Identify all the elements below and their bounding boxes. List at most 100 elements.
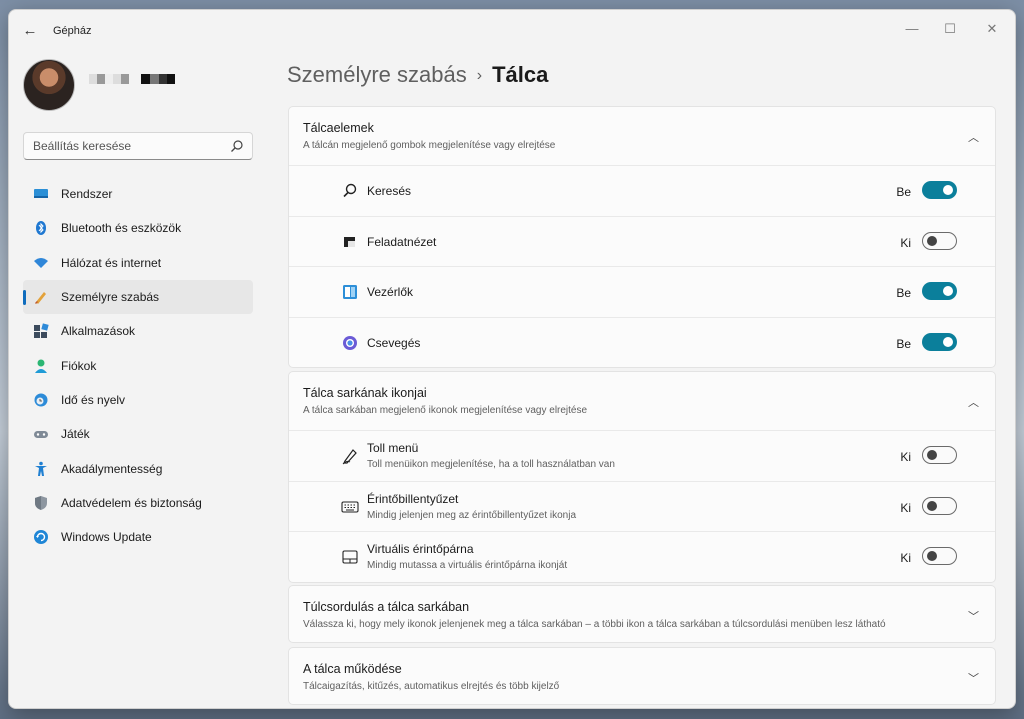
chevron-down-icon[interactable]: ﹀ bbox=[968, 608, 979, 624]
wifi-icon bbox=[34, 257, 48, 268]
sidebar-item-apps[interactable]: Alkalmazások bbox=[23, 314, 253, 348]
search-icon[interactable] bbox=[230, 139, 244, 153]
setting-row-touch-keyboard: Érintőbillentyűzet Mindig jelenjen meg a… bbox=[289, 480, 995, 532]
chat-icon bbox=[343, 335, 357, 350]
sidebar-item-accessibility[interactable]: Akadálymentesség bbox=[23, 452, 253, 486]
taskbar-behavior-card[interactable]: A tálca működése Tálcaigazítás, kitűzés,… bbox=[288, 647, 996, 705]
toggle-state: Be bbox=[896, 185, 911, 199]
task-view-icon bbox=[344, 236, 355, 247]
user-name-redacted bbox=[89, 74, 129, 84]
search-icon bbox=[343, 183, 357, 198]
setting-row-chat: Csevegés Be bbox=[289, 316, 995, 368]
search-box[interactable] bbox=[23, 132, 253, 160]
section-title: Tálcaelemek bbox=[303, 121, 374, 135]
settings-window: ← Gépház — ☐ ✕ Rendszer Bluetooth és esz… bbox=[8, 9, 1016, 709]
close-button[interactable]: ✕ bbox=[975, 16, 1009, 42]
sidebar-item-label: Alkalmazások bbox=[61, 324, 136, 339]
maximize-button[interactable]: ☐ bbox=[933, 16, 967, 42]
sidebar-item-label: Bluetooth és eszközök bbox=[61, 221, 182, 236]
pen-icon bbox=[342, 449, 357, 465]
setting-description: Mindig mutassa a virtuális érintőpárna i… bbox=[367, 560, 568, 571]
corner-icons-card: Tálca sarkának ikonjai A tálca sarkában … bbox=[288, 371, 996, 583]
globe-clock-icon bbox=[34, 393, 48, 407]
setting-row-search: Keresés Be bbox=[289, 165, 995, 216]
toggle-state: Ki bbox=[900, 235, 911, 250]
taskbar-items-card: Tálcaelemek A tálcán megjelenő gombok me… bbox=[288, 106, 996, 368]
sidebar-item-gaming[interactable]: Játék bbox=[23, 417, 253, 451]
widgets-toggle[interactable] bbox=[922, 282, 957, 300]
sidebar-item-network[interactable]: Hálózat és internet bbox=[23, 246, 253, 280]
setting-label: Feladatnézet bbox=[367, 234, 437, 249]
back-button[interactable]: ← bbox=[19, 21, 41, 41]
keyboard-icon bbox=[341, 500, 359, 513]
toggle-state: Ki bbox=[900, 450, 911, 464]
avatar[interactable] bbox=[23, 59, 75, 111]
sidebar-item-label: Rendszer bbox=[61, 187, 113, 201]
section-title: Túlcsordulás a tálca sarkában bbox=[303, 600, 470, 614]
corner-icons-header[interactable]: Tálca sarkának ikonjai A tálca sarkában … bbox=[289, 372, 995, 430]
section-title: Tálca sarkának ikonjai bbox=[303, 386, 427, 400]
sidebar-item-label: Idő és nyelv bbox=[61, 393, 126, 408]
monitor-icon bbox=[34, 189, 48, 198]
chevron-up-icon[interactable]: ︿ bbox=[968, 394, 979, 410]
breadcrumb-separator: › bbox=[476, 67, 483, 84]
chevron-down-icon[interactable]: ﹀ bbox=[968, 670, 979, 686]
overflow-card[interactable]: Túlcsordulás a tálca sarkában Válassza k… bbox=[288, 585, 996, 643]
setting-description: Toll menüikon megjelenítése, ha a toll h… bbox=[367, 459, 615, 470]
sidebar-item-time-language[interactable]: Idő és nyelv bbox=[23, 383, 253, 417]
pen-menu-toggle[interactable] bbox=[922, 446, 957, 464]
brush-icon bbox=[35, 292, 46, 305]
touchpad-icon bbox=[342, 550, 358, 564]
chevron-up-icon[interactable]: ︿ bbox=[968, 129, 979, 145]
setting-description: Mindig jelenjen meg az érintőbillentyűze… bbox=[367, 509, 577, 521]
setting-label: Vezérlők bbox=[367, 285, 414, 299]
setting-label: Keresés bbox=[367, 184, 412, 198]
setting-row-widgets: Vezérlők Be bbox=[289, 266, 995, 317]
section-subtitle: Tálcaigazítás, kitűzés, automatikus elre… bbox=[303, 681, 560, 692]
shield-icon bbox=[35, 496, 47, 511]
setting-label: Toll menü bbox=[367, 441, 419, 455]
breadcrumb-parent[interactable]: Személyre szabás bbox=[287, 62, 467, 87]
apps-icon bbox=[34, 323, 49, 339]
page-title: Tálca bbox=[492, 62, 549, 87]
task-view-toggle[interactable] bbox=[922, 231, 957, 250]
sidebar-item-bluetooth[interactable]: Bluetooth és eszközök bbox=[23, 211, 253, 245]
sidebar-item-personalization[interactable]: Személyre szabás bbox=[23, 280, 253, 315]
sidebar-item-label: Személyre szabás bbox=[61, 290, 160, 305]
sidebar-item-accounts[interactable]: Fiókok bbox=[23, 349, 253, 383]
sidebar-item-label: Adatvédelem és biztonság bbox=[61, 496, 202, 511]
app-title: Gépház bbox=[53, 25, 92, 37]
toggle-state: Ki bbox=[900, 500, 911, 515]
breadcrumb: Személyre szabás › Tálca bbox=[287, 62, 548, 88]
person-icon bbox=[35, 359, 47, 373]
taskbar-behavior-header[interactable]: A tálca működése Tálcaigazítás, kitűzés,… bbox=[289, 648, 995, 706]
search-input[interactable] bbox=[24, 133, 214, 159]
sidebar-nav: Rendszer Bluetooth és eszközök Hálózat é… bbox=[23, 177, 253, 555]
setting-row-task-view: Feladatnézet Ki bbox=[289, 215, 995, 267]
virtual-touchpad-toggle[interactable] bbox=[922, 547, 957, 565]
setting-label: Virtuális érintőpárna bbox=[367, 542, 474, 556]
section-subtitle: A tálca sarkában megjelenő ikonok megjel… bbox=[303, 405, 588, 416]
title-bar: ← Gépház — ☐ ✕ bbox=[9, 10, 1015, 50]
sidebar-item-label: Játék bbox=[61, 427, 90, 442]
sidebar-item-privacy[interactable]: Adatvédelem és biztonság bbox=[23, 486, 253, 520]
setting-label: Érintőbillentyűzet bbox=[367, 491, 459, 506]
accessibility-icon bbox=[35, 461, 47, 476]
sidebar-item-label: Akadálymentesség bbox=[61, 461, 163, 476]
toggle-state: Be bbox=[896, 336, 911, 351]
search-toggle[interactable] bbox=[922, 181, 957, 199]
setting-label: Csevegés bbox=[367, 335, 421, 350]
sidebar-item-rendszer[interactable]: Rendszer bbox=[23, 177, 253, 211]
update-icon bbox=[34, 530, 48, 545]
touch-keyboard-toggle[interactable] bbox=[922, 496, 957, 515]
setting-row-pen-menu: Toll menü Toll menüikon megjelenítése, h… bbox=[289, 430, 995, 481]
sidebar-item-label: Fiókok bbox=[61, 358, 97, 373]
chat-toggle[interactable] bbox=[922, 332, 957, 351]
taskbar-items-header[interactable]: Tálcaelemek A tálcán megjelenő gombok me… bbox=[289, 107, 995, 165]
minimize-button[interactable]: — bbox=[895, 16, 929, 42]
sidebar-item-windows-update[interactable]: Windows Update bbox=[23, 520, 253, 554]
bluetooth-icon bbox=[36, 221, 46, 236]
sidebar-item-label: Windows Update bbox=[61, 530, 152, 545]
overflow-header[interactable]: Túlcsordulás a tálca sarkában Válassza k… bbox=[289, 586, 995, 644]
toggle-state: Ki bbox=[900, 551, 911, 565]
